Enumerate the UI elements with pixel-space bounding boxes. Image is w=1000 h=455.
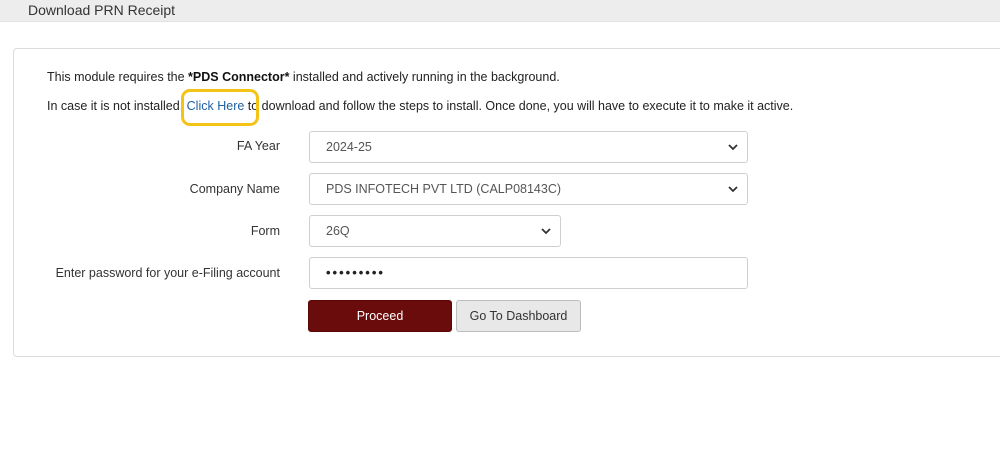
page-header: Download PRN Receipt: [0, 0, 1000, 22]
requirement-prefix: This module requires the: [47, 70, 189, 84]
connector-requirement-text: This module requires the *PDS Connector*…: [47, 70, 560, 84]
form-label: Form: [250, 224, 280, 238]
requirement-suffix: installed and actively running in the ba…: [289, 70, 560, 84]
company-name-value: PDS INFOTECH PVT LTD (CALP08143C): [326, 182, 562, 196]
download-connector-link[interactable]: Click Here: [187, 99, 245, 113]
chevron-down-icon: [541, 228, 551, 235]
company-name-label: Company Name: [189, 182, 280, 196]
password-masked-value: •••••••••: [326, 265, 385, 280]
proceed-button[interactable]: Proceed: [308, 300, 452, 332]
go-to-dashboard-button[interactable]: Go To Dashboard: [456, 300, 581, 332]
form-select[interactable]: 26Q: [309, 215, 561, 247]
connector-name: *PDS Connector*: [188, 70, 290, 84]
install-suffix: to download and follow the steps to inst…: [244, 99, 794, 113]
form-value: 26Q: [326, 224, 350, 238]
page-title: Download PRN Receipt: [28, 2, 176, 18]
install-instructions-text: In case it is not installed, Click Here …: [47, 99, 793, 113]
chevron-down-icon: [728, 186, 738, 193]
chevron-down-icon: [728, 144, 738, 151]
fa-year-value: 2024-25: [326, 140, 372, 154]
password-label: Enter password for your e-Filing account: [55, 266, 280, 280]
fa-year-label: FA Year: [236, 139, 280, 153]
password-input[interactable]: •••••••••: [309, 257, 748, 289]
company-name-select[interactable]: PDS INFOTECH PVT LTD (CALP08143C): [309, 173, 748, 205]
install-prefix: In case it is not installed,: [47, 99, 187, 113]
fa-year-select[interactable]: 2024-25: [309, 131, 748, 163]
